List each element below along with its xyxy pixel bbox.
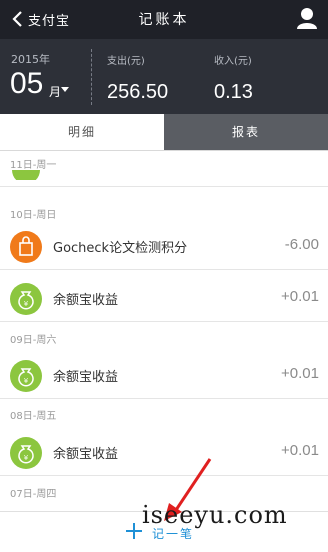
list-item[interactable]: Gocheck论文检测积分 -6.00 xyxy=(0,224,328,270)
view-tabs: 明细 报表 xyxy=(0,114,328,151)
item-label: 余额宝收益 xyxy=(53,293,119,308)
monthly-summary: 2015年 05 月 支出(元) 256.50 收入(元) 0.13 xyxy=(0,39,328,114)
date-header: 10日-周日 xyxy=(10,210,57,221)
svg-text:¥: ¥ xyxy=(24,454,29,462)
expense-value: 256.50 xyxy=(107,81,169,103)
user-icon[interactable] xyxy=(296,6,318,30)
month-dropdown-caret-icon[interactable] xyxy=(61,87,69,92)
summary-divider xyxy=(91,49,92,105)
income-label: 收入(元) xyxy=(214,56,252,67)
money-bag-icon: ¥ xyxy=(10,283,42,315)
expense-label: 支出(元) xyxy=(107,56,145,67)
date-header: 11日-周一 xyxy=(10,160,57,171)
row-divider xyxy=(0,186,328,187)
date-header: 09日-周六 xyxy=(10,335,57,346)
income-value: 0.13 xyxy=(214,81,253,103)
list-item[interactable]: ¥ 余额宝收益 +0.01 xyxy=(0,353,328,399)
list-item[interactable]: ¥ 余额宝收益 +0.01 xyxy=(0,276,328,322)
shopping-bag-icon xyxy=(10,231,42,263)
item-amount: +0.01 xyxy=(281,288,319,305)
tab-detail[interactable]: 明细 xyxy=(0,114,164,150)
watermark-text: iseeyu.com xyxy=(142,501,288,529)
item-amount: +0.01 xyxy=(281,365,319,382)
item-amount: -6.00 xyxy=(284,236,319,253)
svg-text:¥: ¥ xyxy=(24,377,29,385)
svg-text:¥: ¥ xyxy=(24,300,29,308)
plus-icon[interactable] xyxy=(124,521,144,541)
item-amount: +0.01 xyxy=(281,442,319,459)
money-bag-icon xyxy=(12,170,40,180)
month-suffix[interactable]: 月 xyxy=(49,83,61,100)
month-value[interactable]: 05 xyxy=(10,67,43,101)
year-label: 2015年 xyxy=(11,53,50,66)
date-header: 08日-周五 xyxy=(10,411,57,422)
date-header: 07日-周四 xyxy=(10,489,57,500)
item-label: 余额宝收益 xyxy=(53,447,119,462)
money-bag-icon: ¥ xyxy=(10,360,42,392)
top-nav-bar: 支付宝 记账本 xyxy=(0,0,328,39)
item-label: Gocheck论文检测积分 xyxy=(53,241,188,256)
money-bag-icon: ¥ xyxy=(10,437,42,469)
tab-report[interactable]: 报表 xyxy=(164,114,328,150)
page-title: 记账本 xyxy=(138,12,190,28)
item-label: 余额宝收益 xyxy=(53,370,119,385)
